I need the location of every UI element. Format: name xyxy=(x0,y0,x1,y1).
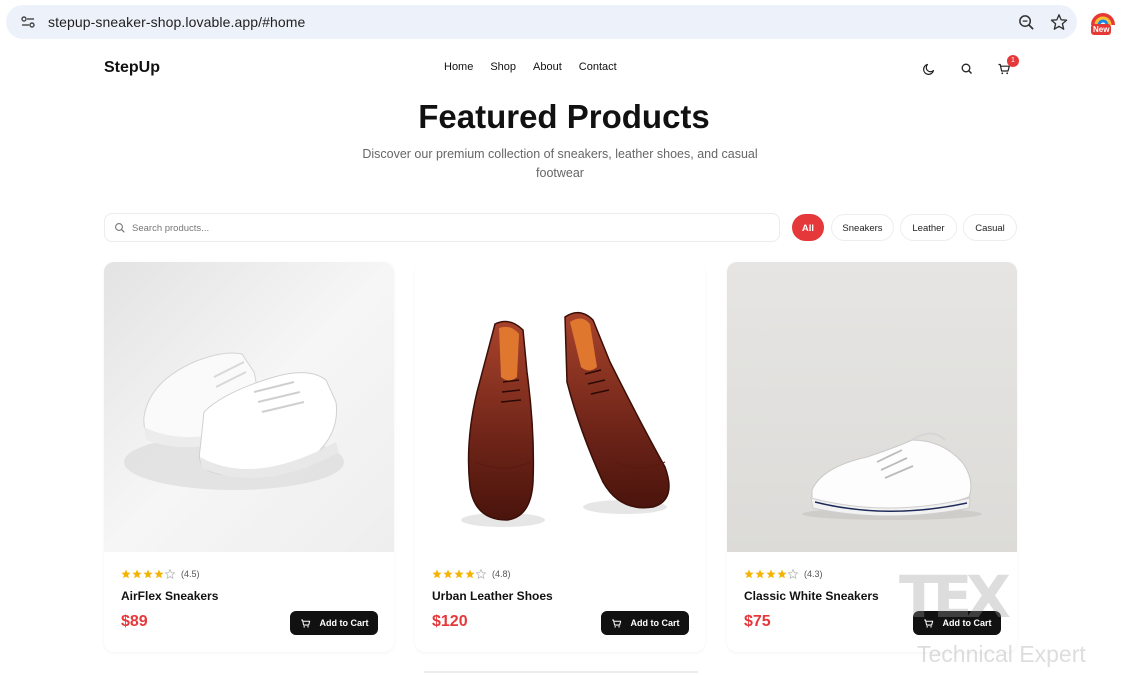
search-icon[interactable] xyxy=(960,62,974,76)
product-card[interactable]: (4.5) AirFlex Sneakers $89 Add to Cart xyxy=(104,262,394,652)
star-filled-icon xyxy=(432,569,442,579)
star-filled-icon xyxy=(443,569,453,579)
product-price: $89 xyxy=(121,613,148,630)
star-empty-icon xyxy=(788,569,798,579)
cart-count-badge: 1 xyxy=(1007,55,1019,67)
filter-casual-button[interactable]: Casual xyxy=(963,214,1017,241)
star-filled-icon xyxy=(121,569,131,579)
star-filled-icon xyxy=(143,569,153,579)
page-title: Featured Products xyxy=(418,98,710,135)
filter-all-button[interactable]: All xyxy=(792,214,824,241)
filter-sneakers-button[interactable]: Sneakers xyxy=(831,214,894,241)
main-nav: Home Shop About Contact xyxy=(444,61,634,73)
product-name[interactable]: Urban Leather Shoes xyxy=(432,589,553,603)
star-empty-icon xyxy=(165,569,175,579)
browser-toolbar: stepup-sneaker-shop.lovable.app/#home Ne… xyxy=(0,0,1128,46)
filter-leather-button[interactable]: Leather xyxy=(900,214,957,241)
product-image-brown-leather-shoes[interactable] xyxy=(415,262,705,552)
cart-icon xyxy=(611,618,621,628)
product-image-white-sneakers[interactable] xyxy=(104,262,394,552)
star-filled-icon xyxy=(755,569,765,579)
add-to-cart-label: Add to Cart xyxy=(630,618,680,628)
add-to-cart-button[interactable]: Add to Cart xyxy=(290,611,378,635)
site-info-icon[interactable] xyxy=(20,14,36,30)
star-filled-icon xyxy=(454,569,464,579)
bookmark-star-icon[interactable] xyxy=(1050,13,1068,31)
star-filled-icon xyxy=(154,569,164,579)
add-to-cart-label: Add to Cart xyxy=(319,618,369,628)
brand-logo[interactable]: StepUp xyxy=(104,59,160,77)
nav-about[interactable]: About xyxy=(533,61,562,73)
rating: (4.5) xyxy=(121,569,200,579)
star-empty-icon xyxy=(476,569,486,579)
page-subtitle: Discover our premium collection of sneak… xyxy=(362,147,758,180)
rating-value: (4.3) xyxy=(804,569,823,579)
star-filled-icon xyxy=(744,569,754,579)
moon-icon[interactable] xyxy=(922,62,936,76)
rating: (4.8) xyxy=(432,569,511,579)
watermark-logo: TEX xyxy=(899,563,1011,631)
cart-icon xyxy=(300,618,310,628)
product-card[interactable]: (4.8) Urban Leather Shoes $120 Add to Ca… xyxy=(415,262,705,652)
search-input[interactable] xyxy=(132,218,772,238)
add-to-cart-button[interactable]: Add to Cart xyxy=(601,611,689,635)
zoom-icon[interactable] xyxy=(1018,14,1035,31)
nav-home[interactable]: Home xyxy=(444,61,473,73)
star-filled-icon xyxy=(132,569,142,579)
product-search xyxy=(104,213,780,242)
url-text[interactable]: stepup-sneaker-shop.lovable.app/#home xyxy=(48,14,305,30)
product-price: $75 xyxy=(744,613,771,630)
search-icon xyxy=(115,223,125,233)
product-price: $120 xyxy=(432,613,468,630)
nav-contact[interactable]: Contact xyxy=(579,61,617,73)
star-filled-icon xyxy=(465,569,475,579)
product-name[interactable]: AirFlex Sneakers xyxy=(121,589,218,603)
rating-value: (4.8) xyxy=(492,569,511,579)
star-filled-icon xyxy=(777,569,787,579)
rating-value: (4.5) xyxy=(181,569,200,579)
watermark-text: Technical Expert xyxy=(917,641,1086,667)
rating: (4.3) xyxy=(744,569,823,579)
star-filled-icon xyxy=(766,569,776,579)
product-image-classic-white-sneaker[interactable] xyxy=(727,262,1017,552)
watermark: TEX Technical Expert xyxy=(897,563,1117,673)
address-bar[interactable]: stepup-sneaker-shop.lovable.app/#home xyxy=(6,5,1077,39)
product-name[interactable]: Classic White Sneakers xyxy=(744,589,879,603)
site-header: StepUp Home Shop About Contact 1 xyxy=(0,46,1128,90)
next-card-edge xyxy=(424,671,698,673)
nav-shop[interactable]: Shop xyxy=(490,61,516,73)
extension-new-badge: New xyxy=(1091,24,1112,35)
